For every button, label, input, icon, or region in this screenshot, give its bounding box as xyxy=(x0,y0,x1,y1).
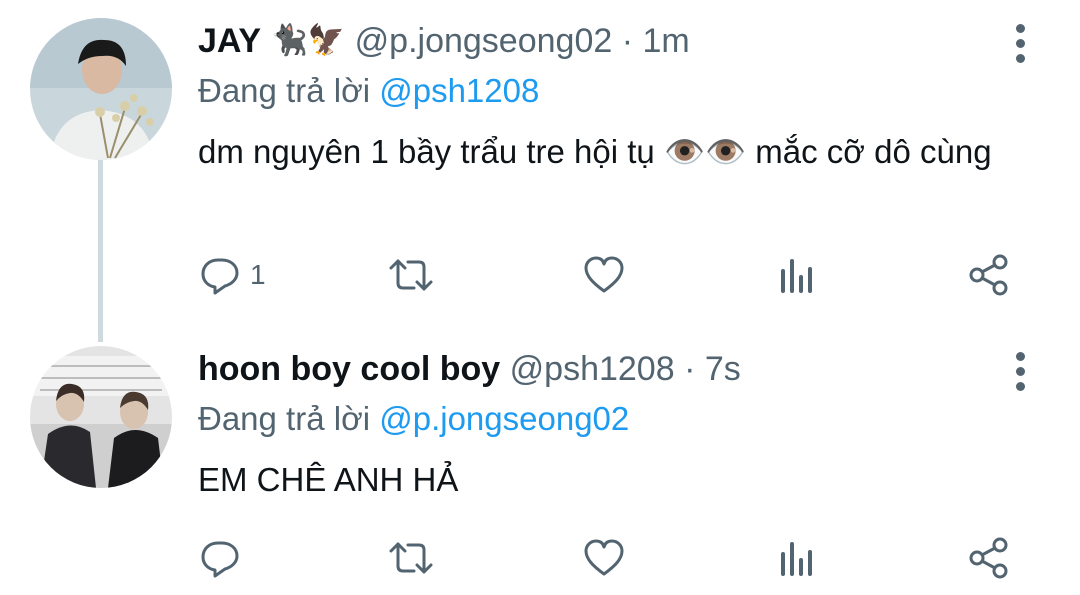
share-icon xyxy=(969,254,1008,296)
share-button[interactable] xyxy=(968,536,1010,580)
replying-to-line: Đang trả lời @p.jongseong02 xyxy=(198,400,629,438)
retweet-icon xyxy=(389,259,433,291)
tweet-jay[interactable]: JAY 🐈‍⬛🦅 @p.jongseong02 · 1m Đang trả lờ… xyxy=(0,0,1080,320)
analytics-icon xyxy=(781,542,812,576)
replying-to-mention[interactable]: @p.jongseong02 xyxy=(379,400,629,437)
tweet-text: dm nguyên 1 bầy trẩu tre hội tụ 👁️👁️ mắc… xyxy=(198,133,992,170)
avatar[interactable] xyxy=(30,346,172,488)
more-options-icon[interactable] xyxy=(1010,352,1030,397)
separator-dot: · xyxy=(684,350,696,388)
avatar[interactable] xyxy=(30,18,172,160)
display-name[interactable]: JAY xyxy=(198,22,261,60)
analytics-button[interactable] xyxy=(778,253,818,297)
reply-button[interactable] xyxy=(200,536,250,580)
analytics-icon xyxy=(781,259,812,293)
replying-label: Đang trả lời xyxy=(198,400,371,437)
share-button[interactable] xyxy=(968,253,1010,297)
user-handle[interactable]: @psh1208 xyxy=(510,350,675,388)
tweet-hoon[interactable]: hoon boy cool boy @psh1208 · 7s Đang trả… xyxy=(0,330,1080,595)
replying-to-mention[interactable]: @psh1208 xyxy=(379,72,539,109)
timestamp[interactable]: 7s xyxy=(705,350,741,388)
like-icon xyxy=(584,539,624,576)
tweet-header: JAY 🐈‍⬛🦅 @p.jongseong02 · 1m xyxy=(198,22,690,61)
like-button[interactable] xyxy=(583,536,625,580)
separator-dot: · xyxy=(621,22,634,60)
timestamp[interactable]: 1m xyxy=(643,22,690,60)
reply-icon xyxy=(201,258,239,295)
like-button[interactable] xyxy=(583,253,625,297)
display-name[interactable]: hoon boy cool boy xyxy=(198,350,500,388)
more-options-icon[interactable] xyxy=(1010,24,1030,69)
like-icon xyxy=(584,256,624,293)
name-emojis: 🐈‍⬛🦅 xyxy=(270,24,346,57)
reply-button[interactable]: 1 xyxy=(200,253,266,297)
tweet-text: EM CHÊ ANH HẢ xyxy=(198,461,459,498)
retweet-icon xyxy=(389,542,433,574)
analytics-button[interactable] xyxy=(778,536,818,580)
reply-count: 1 xyxy=(250,259,266,290)
replying-to-line: Đang trả lời @psh1208 xyxy=(198,72,539,110)
retweet-button[interactable] xyxy=(388,536,434,580)
reply-icon xyxy=(201,541,239,578)
tweet-header: hoon boy cool boy @psh1208 · 7s xyxy=(198,350,741,389)
share-icon xyxy=(969,537,1008,579)
user-handle[interactable]: @p.jongseong02 xyxy=(355,22,613,60)
retweet-button[interactable] xyxy=(388,253,434,297)
replying-label: Đang trả lời xyxy=(198,72,371,109)
